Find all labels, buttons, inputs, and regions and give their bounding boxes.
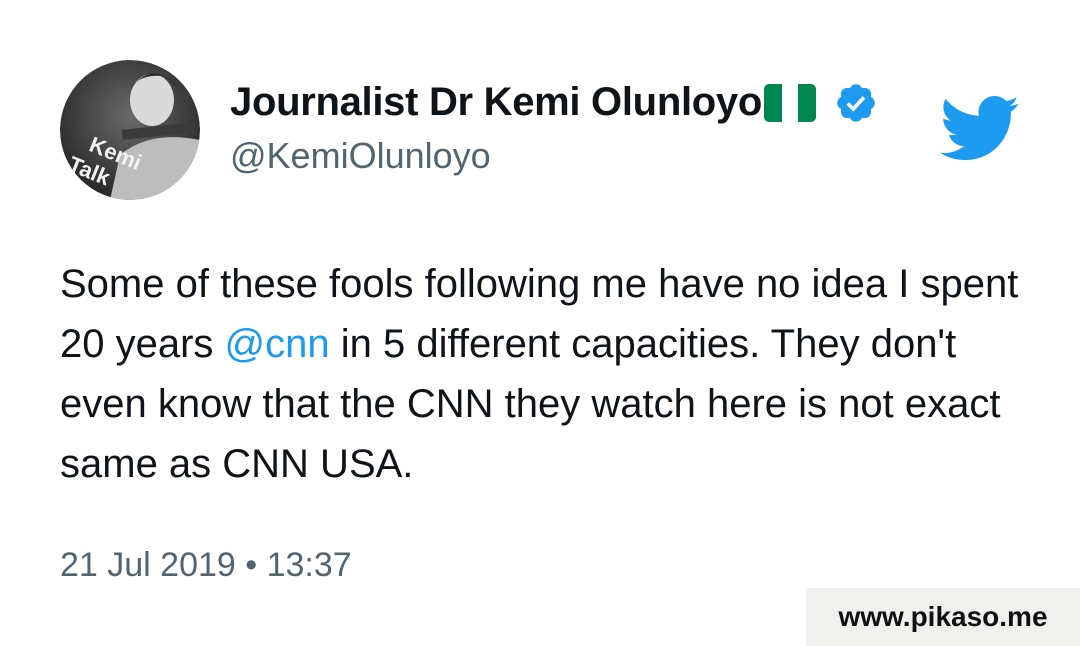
author-name-row: Journalist Dr Kemi Olunloyo xyxy=(230,80,878,125)
nigeria-flag-icon xyxy=(763,83,816,122)
twitter-bird-icon xyxy=(940,95,1020,163)
watermark: www.pikaso.me xyxy=(806,588,1080,646)
tweet-timestamp[interactable]: 21 Jul 2019 • 13:37 xyxy=(60,546,352,585)
mention-link[interactable]: @cnn xyxy=(225,322,330,366)
tweet-card: Kemi Talk Journalist Dr Kemi Olunloyo @K… xyxy=(0,0,1080,646)
display-name[interactable]: Journalist Dr Kemi Olunloyo xyxy=(230,80,762,125)
tweet-text: Some of these fools following me have no… xyxy=(60,254,1050,494)
verified-badge-icon xyxy=(834,81,878,125)
author-handle[interactable]: @KemiOlunloyo xyxy=(230,135,491,177)
avatar-image: Kemi Talk xyxy=(60,60,200,200)
avatar[interactable]: Kemi Talk xyxy=(60,60,200,200)
